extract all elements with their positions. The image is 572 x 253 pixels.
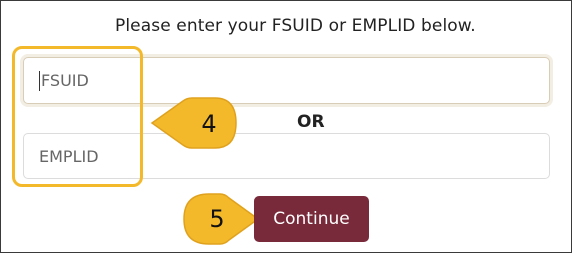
- step-5-callout: 5: [181, 191, 261, 247]
- step-4-number: 4: [201, 110, 217, 138]
- fields-highlight-box: [12, 46, 143, 187]
- login-form-panel: Please enter your FSUID or EMPLID below.…: [0, 0, 572, 253]
- step-5-number: 5: [209, 205, 225, 233]
- step-4-callout: 4: [149, 95, 239, 151]
- or-separator: OR: [297, 112, 325, 132]
- instruction-text: Please enter your FSUID or EMPLID below.: [115, 16, 476, 36]
- continue-button[interactable]: Continue: [254, 196, 369, 242]
- callout-arrow-left-icon: [150, 97, 237, 149]
